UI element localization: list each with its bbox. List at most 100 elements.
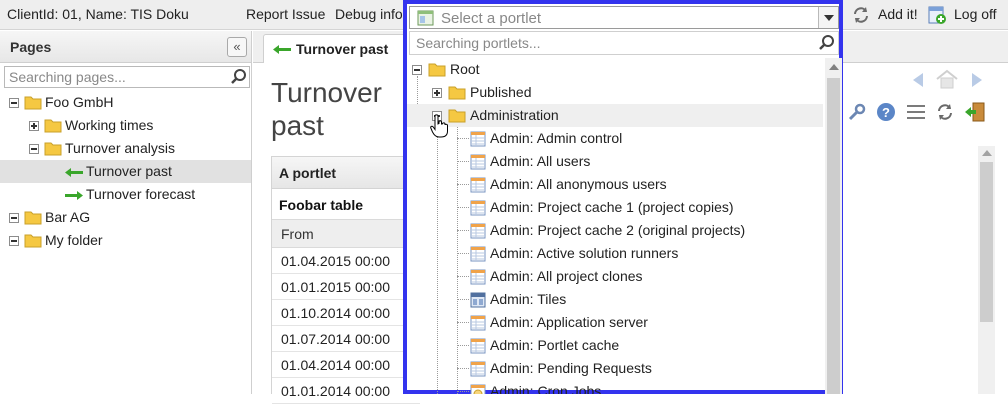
tree-item-label: Turnover analysis [65, 140, 175, 156]
menu-icon[interactable] [906, 104, 926, 120]
tree-connector [457, 230, 469, 231]
expand-toggle-icon[interactable] [29, 121, 39, 131]
folder-icon [448, 109, 466, 123]
log-off-link[interactable]: Log off [954, 6, 997, 22]
nav-forward-icon[interactable] [970, 72, 984, 88]
green-arrow-left-icon [273, 45, 291, 54]
pages-header: Pages « [0, 31, 251, 63]
portlet-item-label: Admin: Cron Jobs [490, 383, 602, 394]
pages-search-input[interactable] [4, 66, 250, 88]
table-icon [470, 131, 486, 147]
tree-item-label: My folder [45, 232, 103, 248]
tree-item-administration[interactable]: Administration [407, 104, 823, 127]
tree-connector [457, 368, 469, 369]
folder-icon [44, 119, 62, 133]
tree-item-label: Bar AG [45, 209, 91, 225]
scroll-up-icon[interactable] [982, 150, 992, 156]
scroll-thumb[interactable] [827, 78, 840, 394]
portlet-item[interactable]: Admin: Cron Jobs [407, 380, 823, 394]
portlet-item[interactable]: Admin: All project clones [407, 265, 823, 288]
tree-item-label: Root [450, 61, 480, 77]
scroll-thumb[interactable] [980, 162, 993, 322]
expand-toggle-icon[interactable] [432, 88, 442, 98]
tree-connector [457, 299, 469, 300]
portlet-item[interactable]: Admin: Project cache 2 (original project… [407, 219, 823, 242]
tree-connector [457, 322, 469, 323]
table-icon [470, 177, 486, 193]
portlet-select-placeholder: Select a portlet [441, 10, 542, 27]
collapse-toggle-icon[interactable] [9, 98, 19, 108]
portlet-title: A portlet [272, 157, 420, 189]
portlet-item-label: Admin: Admin control [490, 130, 623, 146]
tree-connector [457, 391, 469, 392]
debug-info-link[interactable]: Debug info [335, 6, 403, 22]
table-icon [470, 361, 486, 377]
collapse-toggle-icon[interactable] [29, 144, 39, 154]
portlet-item[interactable]: Admin: Tiles [407, 288, 823, 311]
portlet-item[interactable]: Admin: Project cache 1 (project copies) [407, 196, 823, 219]
portlet-item[interactable]: Admin: Pending Requests [407, 357, 823, 380]
refresh-icon[interactable] [851, 5, 871, 25]
add-page-icon[interactable] [927, 5, 947, 25]
portlet-item[interactable]: Admin: Active solution runners [407, 242, 823, 265]
tree-item-turnover-analysis[interactable]: Turnover analysis [0, 137, 251, 160]
report-issue-link[interactable]: Report Issue [246, 6, 325, 22]
portlet-item[interactable]: Admin: All anonymous users [407, 173, 823, 196]
green-arrow-left-icon [65, 168, 83, 177]
dropdown-arrow-icon[interactable] [818, 7, 838, 28]
folder-icon [24, 96, 42, 110]
reload-icon[interactable] [935, 102, 955, 122]
portlet-item[interactable]: Admin: Portlet cache [407, 334, 823, 357]
collapse-toggle-icon[interactable] [9, 236, 19, 246]
client-info: ClientId: 01, Name: TIS Doku [7, 6, 189, 22]
portlet-item-label: Admin: Portlet cache [490, 337, 620, 353]
cron-icon [470, 384, 486, 394]
table-cell: 01.01.2015 00:00 [272, 274, 420, 300]
tree-item-working-times[interactable]: Working times [0, 114, 251, 137]
home-icon[interactable] [935, 69, 959, 89]
exit-icon[interactable] [964, 101, 986, 123]
tree-connector [457, 253, 469, 254]
pages-search [4, 66, 250, 88]
tree-item-my-folder[interactable]: My folder [0, 229, 251, 252]
scroll-up-icon[interactable] [829, 64, 839, 70]
portlet-item-label: Admin: Project cache 1 (project copies) [490, 199, 734, 215]
portlet-select-combo[interactable]: Select a portlet [409, 6, 839, 29]
main-scrollbar[interactable] [978, 146, 995, 394]
search-icon[interactable] [818, 34, 836, 52]
collapse-toggle-icon[interactable] [412, 65, 422, 75]
table-cell: 01.04.2014 00:00 [272, 352, 420, 378]
tree-item-turnover-past[interactable]: Turnover past [0, 160, 251, 183]
tree-item-bar-ag[interactable]: Bar AG [0, 206, 251, 229]
portlet-item[interactable]: Admin: Application server [407, 311, 823, 334]
nav-back-icon[interactable] [911, 72, 925, 88]
search-icon[interactable] [230, 68, 248, 86]
tree-item-foo-gmbh[interactable]: Foo GmbH [0, 91, 251, 114]
table-icon [470, 246, 486, 262]
collapse-panel-button[interactable]: « [227, 37, 247, 57]
tree-item-label: Foo GmbH [45, 94, 114, 110]
column-header-from[interactable]: From [272, 219, 420, 248]
portlet-list-scrollbar[interactable] [825, 58, 842, 394]
wrench-icon[interactable] [847, 102, 867, 122]
tree-item-label: Administration [470, 107, 559, 123]
portlet-item[interactable]: Admin: Admin control [407, 127, 823, 150]
portlet-panel: A portlet Foobar table From 01.04.2015 0… [271, 156, 421, 404]
tree-connector [457, 345, 469, 346]
tree-item-published[interactable]: Published [407, 81, 823, 104]
portlet-item-label: Admin: All anonymous users [490, 176, 667, 192]
table-title: Foobar table [279, 197, 364, 213]
collapse-toggle-icon[interactable] [9, 213, 19, 223]
help-icon[interactable]: ? [876, 102, 896, 122]
folder-icon [448, 86, 466, 100]
folder-icon [428, 63, 446, 77]
tab-turnover-past[interactable]: Turnover past [263, 34, 413, 63]
add-it-link[interactable]: Add it! [878, 6, 918, 22]
tree-item-root[interactable]: Root [407, 58, 823, 81]
tree-connector [457, 276, 469, 277]
tree-item-label: Working times [65, 117, 154, 133]
portlet-item[interactable]: Admin: All users [407, 150, 823, 173]
tree-item-turnover-forecast[interactable]: Turnover forecast [0, 183, 251, 206]
green-arrow-right-icon [65, 191, 83, 200]
portlet-search-input[interactable] [410, 32, 810, 54]
